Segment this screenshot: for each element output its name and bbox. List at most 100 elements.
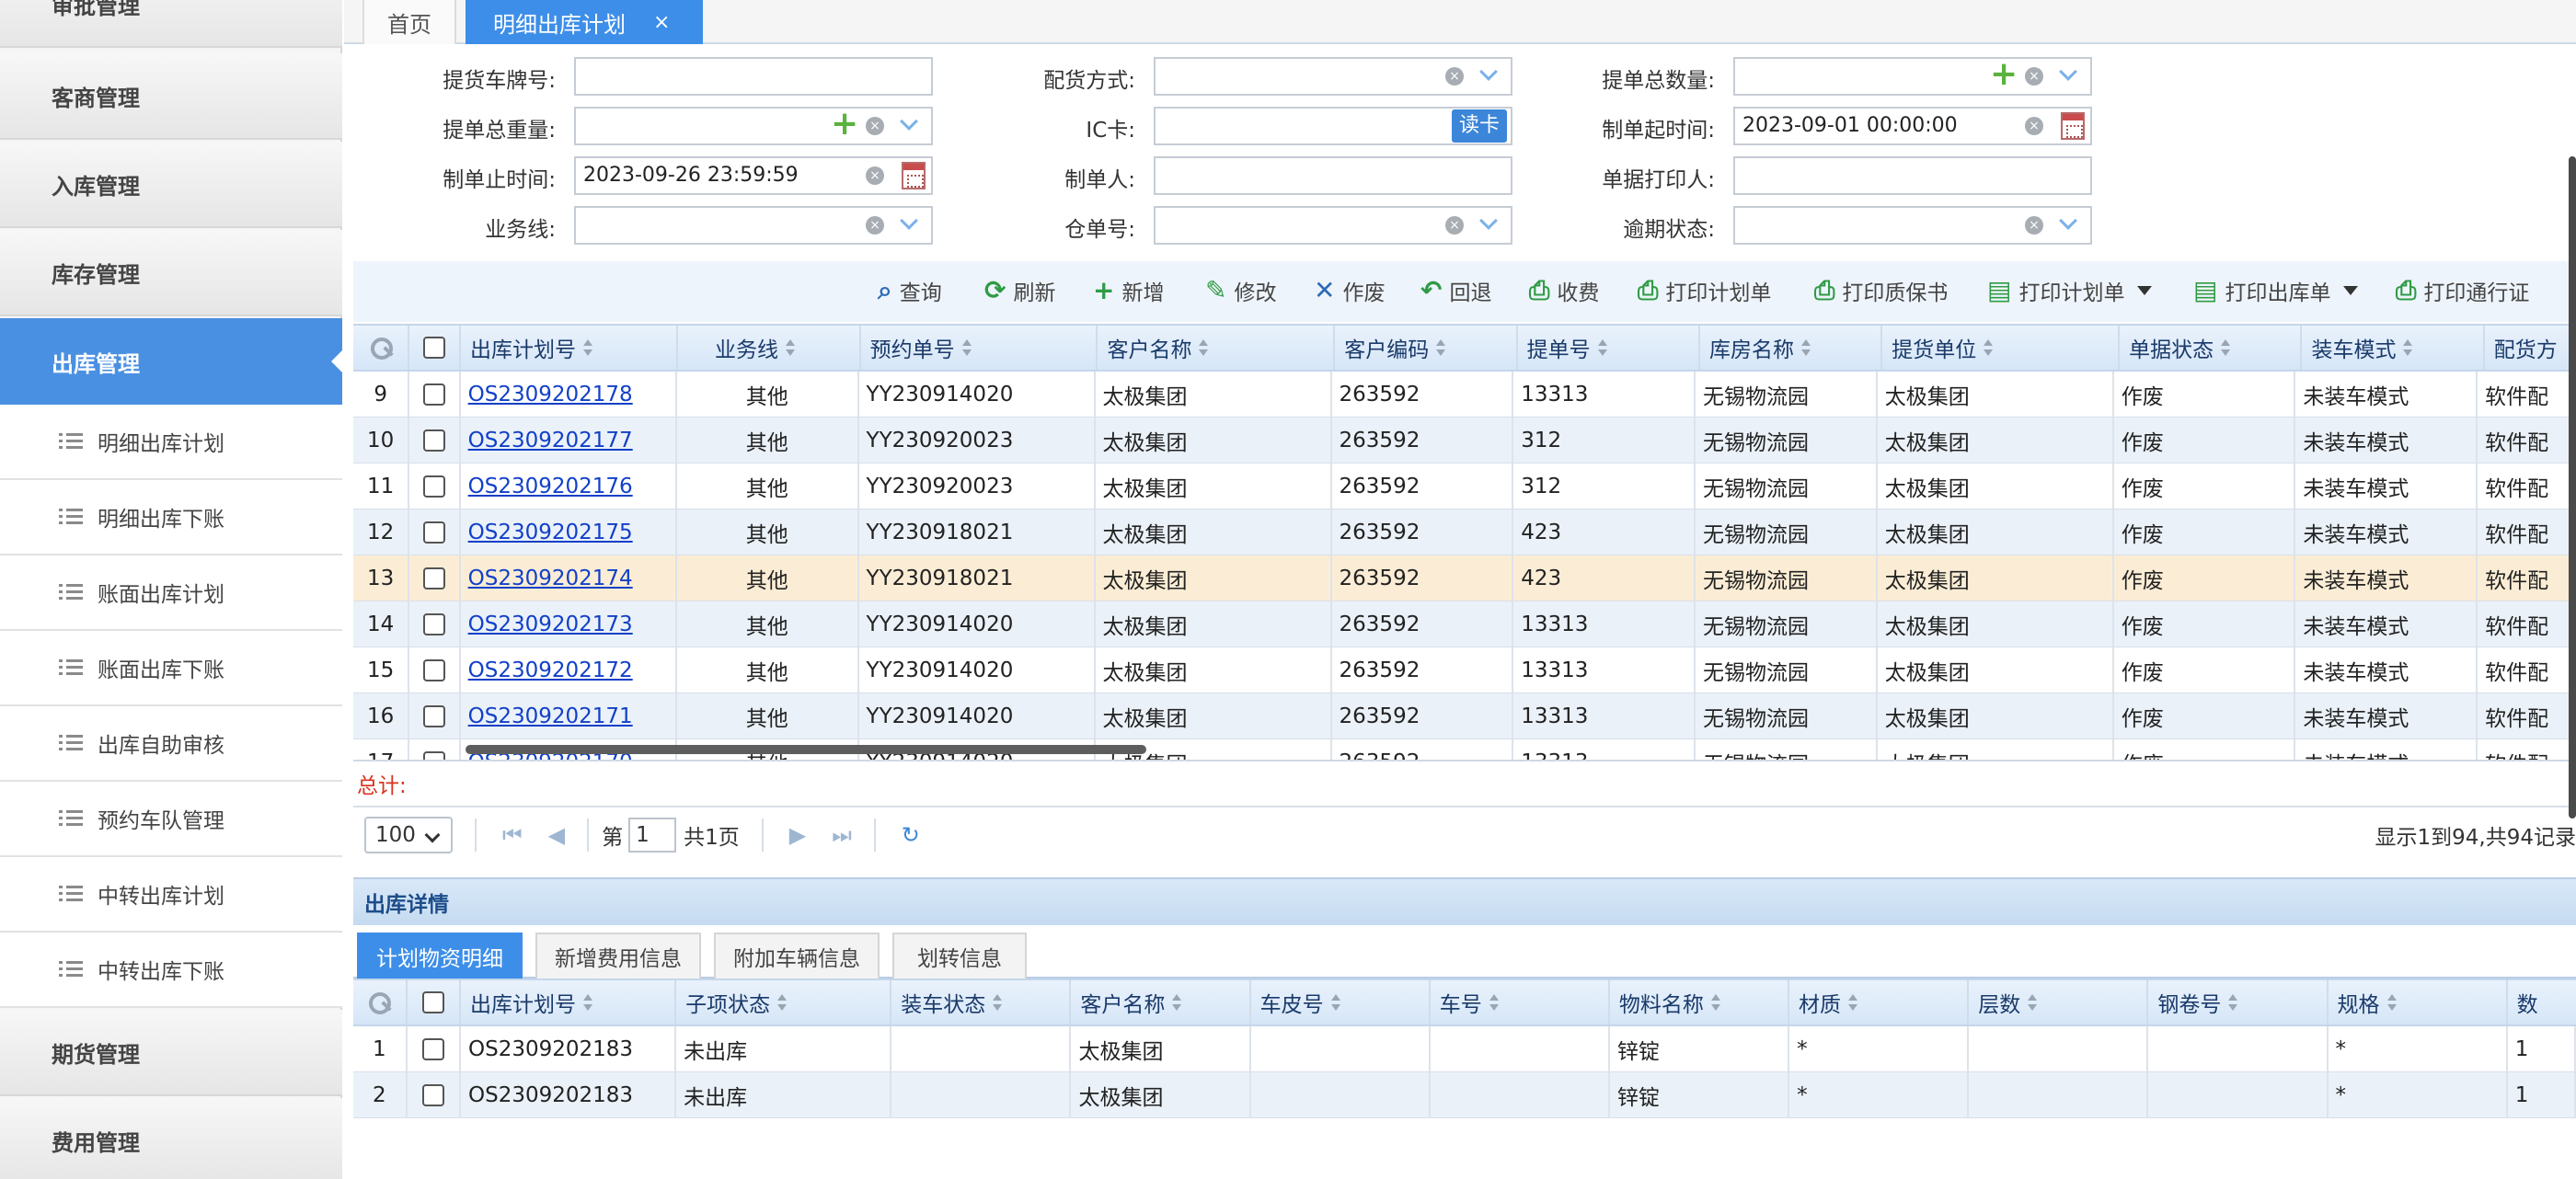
col-header[interactable]: 提货单位: [1882, 326, 2121, 370]
menu-group-approval[interactable]: 审批管理: [0, 0, 342, 48]
clear-icon[interactable]: ×: [866, 216, 884, 235]
table-row[interactable]: 15 OS2309202172 其他 YY230914020 太极集团 263592 133…: [353, 647, 2569, 693]
col-header[interactable]: 数: [2508, 980, 2576, 1024]
clear-icon[interactable]: ×: [1445, 67, 1464, 86]
col-header[interactable]: 子项状态: [676, 980, 892, 1024]
menu-group-outbound[interactable]: 出库管理: [0, 318, 342, 405]
reload-icon[interactable]: ↻: [902, 822, 920, 848]
tab-plan-materials[interactable]: 计划物资明细: [357, 933, 523, 979]
outbound-plan-link[interactable]: OS2309202176: [468, 475, 633, 498]
print-pass-button[interactable]: ⎙ 打印通行证: [2396, 270, 2529, 311]
outbound-plan-link[interactable]: OS2309202177: [468, 429, 633, 452]
select-all-checkbox[interactable]: [421, 991, 444, 1013]
outbound-plan-link[interactable]: OS2309202172: [468, 658, 633, 682]
sidebar-item-fleet[interactable]: 预约车队管理: [0, 782, 342, 857]
row-checkbox[interactable]: [422, 429, 445, 452]
print-plan-menu-button[interactable]: ▤ 打印计划单: [1987, 270, 2153, 311]
row-checkbox[interactable]: [422, 705, 445, 727]
row-checkbox[interactable]: [422, 613, 445, 635]
menu-group-inbound[interactable]: 入库管理: [0, 142, 342, 228]
col-header[interactable]: 材质: [1789, 980, 1970, 1024]
menu-group-fees[interactable]: 费用管理: [0, 1098, 342, 1179]
menu-group-inventory[interactable]: 库存管理: [0, 230, 342, 316]
outbound-plan-link[interactable]: OS2309202174: [468, 567, 633, 590]
read-card-button[interactable]: 读卡: [1452, 109, 1507, 143]
print-quality-cert-button[interactable]: ⎙ 打印质保书: [1814, 270, 1948, 311]
table-row[interactable]: 9 OS2309202178 其他 YY230914020 太极集团 263592 1331…: [353, 372, 2569, 418]
table-row[interactable]: 10 OS2309202177 其他 YY230920023 太极集团 263592 312…: [353, 418, 2569, 464]
column-settings-button[interactable]: [353, 326, 410, 370]
clear-icon[interactable]: ×: [2025, 117, 2043, 135]
print-outbound-menu-button[interactable]: ▤ 打印出库单: [2193, 270, 2359, 311]
next-page-icon[interactable]: ▶: [789, 822, 806, 848]
close-icon[interactable]: ×: [653, 11, 670, 34]
tab-transfer-info[interactable]: 划转信息: [892, 933, 1027, 979]
table-row[interactable]: 1 OS2309202183 未出库 太极集团 锌锭 * * 1: [353, 1026, 2576, 1072]
clear-icon[interactable]: ×: [2025, 67, 2043, 86]
select-all-checkbox[interactable]: [423, 337, 446, 359]
sidebar-item-book-outbound-posting[interactable]: 账面出库下账: [0, 631, 342, 706]
creator-input[interactable]: [1154, 156, 1512, 195]
clear-icon[interactable]: ×: [1445, 216, 1464, 235]
col-header[interactable]: 库房名称: [1700, 326, 1883, 370]
col-header[interactable]: 客户编码: [1335, 326, 1518, 370]
col-header[interactable]: 车皮号: [1251, 980, 1431, 1024]
clear-icon[interactable]: ×: [2025, 216, 2043, 235]
table-row[interactable]: 16 OS2309202171 其他 YY230914020 太极集团 263592 133…: [353, 693, 2569, 739]
outbound-plan-link[interactable]: OS2309202175: [468, 521, 633, 544]
sidebar-item-detail-outbound-posting[interactable]: 明细出库下账: [0, 480, 342, 555]
col-header[interactable]: 层数: [1969, 980, 2149, 1024]
sidebar-item-transfer-posting[interactable]: 中转出库下账: [0, 933, 342, 1008]
outbound-plan-link[interactable]: OS2309202173: [468, 612, 633, 636]
outbound-plan-link[interactable]: OS2309202171: [468, 704, 633, 728]
sidebar-item-book-outbound-plan[interactable]: 账面出库计划: [0, 555, 342, 631]
table-row[interactable]: 11 OS2309202176 其他 YY230920023 太极集团 263592 312…: [353, 464, 2569, 509]
add-button[interactable]: + 新增: [1093, 270, 1164, 311]
last-page-icon[interactable]: ⏭: [832, 822, 852, 848]
col-header[interactable]: 客户名称: [1098, 326, 1336, 370]
table-row[interactable]: 2 OS2309202183 未出库 太极集团 锌锭 * * 1: [353, 1072, 2576, 1118]
query-button[interactable]: ⌕ 查询: [878, 270, 942, 311]
first-page-icon[interactable]: ⏮: [502, 822, 523, 848]
col-header[interactable]: 预约单号: [861, 326, 1098, 370]
sidebar-item-self-review[interactable]: 出库自助审核: [0, 706, 342, 782]
page-number-input[interactable]: 1: [628, 818, 677, 853]
row-checkbox[interactable]: [422, 751, 445, 760]
tab-detail-outbound-plan[interactable]: 明细出库计划 ×: [466, 0, 703, 44]
row-checkbox[interactable]: [422, 383, 445, 406]
table-row[interactable]: 14 OS2309202173 其他 YY230914020 太极集团 263592 133…: [353, 601, 2569, 647]
table-row[interactable]: 13 OS2309202174 其他 YY230918021 太极集团 263592 423…: [353, 555, 2569, 601]
row-checkbox[interactable]: [422, 567, 445, 590]
void-button[interactable]: ✕ 作废: [1314, 270, 1385, 311]
column-settings-button[interactable]: [353, 980, 408, 1024]
menu-group-merchant[interactable]: 客商管理: [0, 53, 342, 140]
sidebar-item-transfer-plan[interactable]: 中转出库计划: [0, 857, 342, 933]
col-header[interactable]: 规格: [2329, 980, 2508, 1024]
edit-button[interactable]: ✎ 修改: [1205, 270, 1276, 311]
col-header[interactable]: 提单号: [1518, 326, 1700, 370]
col-header[interactable]: 出库计划号: [461, 326, 679, 370]
tab-home[interactable]: 首页: [362, 0, 456, 44]
plus-icon[interactable]: +: [831, 108, 858, 141]
sidebar-item-detail-outbound-plan[interactable]: 明细出库计划: [0, 405, 342, 480]
row-checkbox[interactable]: [421, 1084, 444, 1106]
col-header[interactable]: 客户名称: [1071, 980, 1251, 1024]
calendar-icon[interactable]: [902, 162, 926, 189]
tab-extra-vehicles[interactable]: 附加车辆信息: [714, 933, 880, 979]
col-header[interactable]: 业务线: [678, 326, 861, 370]
printer-input[interactable]: [1733, 156, 2092, 195]
clear-icon[interactable]: ×: [866, 117, 884, 135]
plate-number-input[interactable]: [574, 57, 933, 96]
rollback-button[interactable]: ↶ 回退: [1420, 270, 1491, 311]
prev-page-icon[interactable]: ◀: [548, 822, 565, 848]
tab-added-fees[interactable]: 新增费用信息: [535, 933, 701, 979]
plus-icon[interactable]: +: [1990, 58, 2018, 91]
col-header[interactable]: 物料名称: [1610, 980, 1790, 1024]
print-plan-button[interactable]: ⎙ 打印计划单: [1638, 270, 1771, 311]
refresh-button[interactable]: ⟳ 刷新: [984, 270, 1055, 311]
horizontal-scrollbar[interactable]: [466, 745, 1146, 754]
col-header[interactable]: 装车模式: [2302, 326, 2485, 370]
col-header[interactable]: 车号: [1431, 980, 1610, 1024]
table-row[interactable]: 12 OS2309202175 其他 YY230918021 太极集团 263592 423…: [353, 509, 2569, 555]
clear-icon[interactable]: ×: [866, 166, 884, 185]
